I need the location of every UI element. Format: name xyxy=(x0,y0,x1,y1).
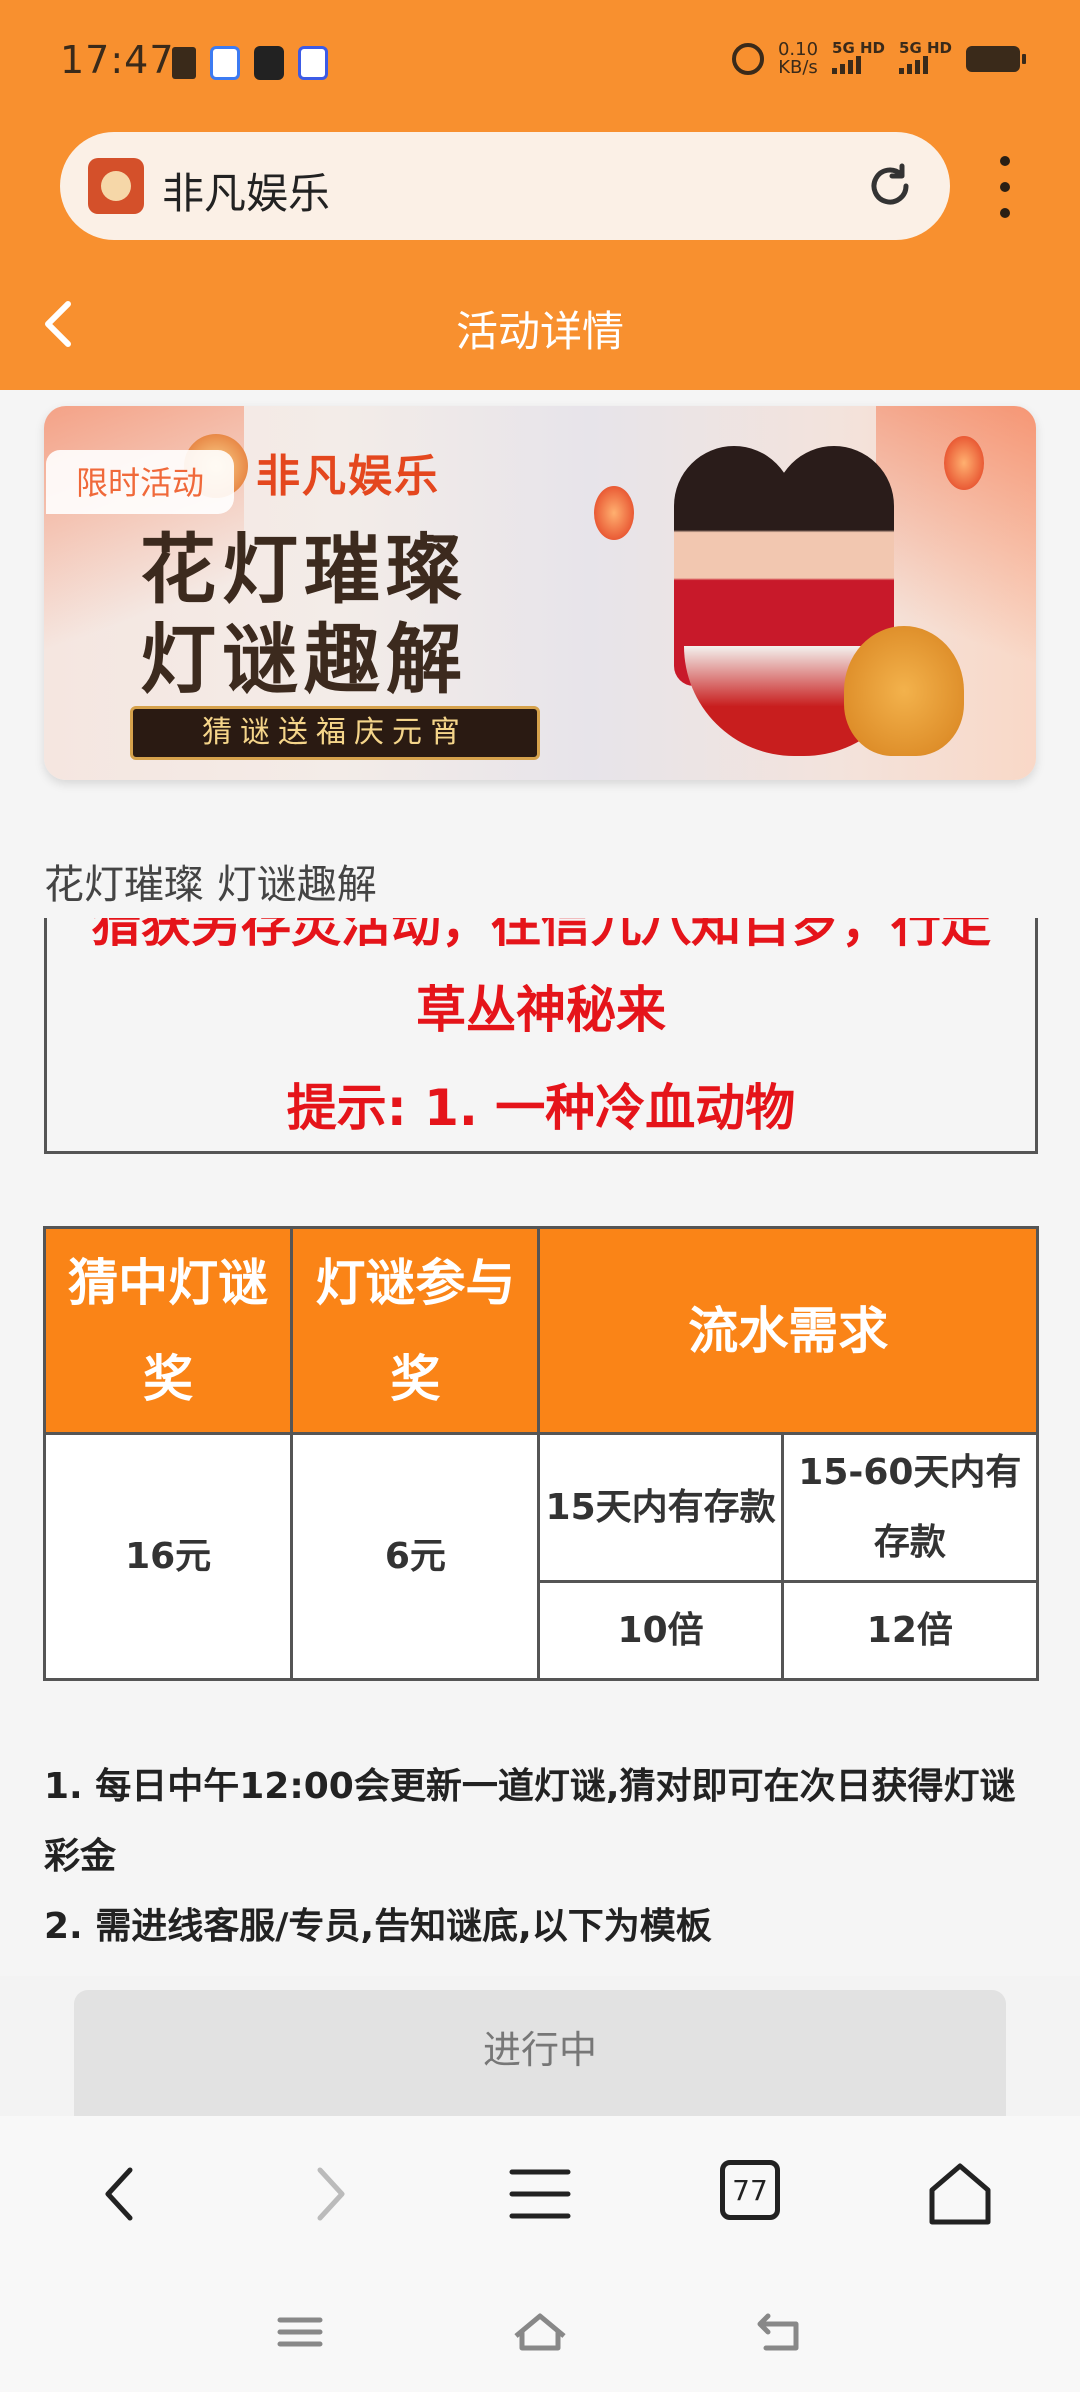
system-back-icon[interactable] xyxy=(750,2302,810,2362)
header-participation-prize: 灯谜参与奖 xyxy=(290,1226,541,1435)
cell-deposit-15: 15天内有存款 xyxy=(537,1432,784,1583)
banner-headline-2: 灯谜趣解 xyxy=(140,615,468,704)
action-panel: 进行中 xyxy=(0,1976,1080,2130)
menu-icon[interactable] xyxy=(500,2156,580,2232)
limited-time-badge: 限时活动 xyxy=(46,450,235,514)
baidu-app-icon xyxy=(298,46,328,80)
rules-list: 1. 每日中午12:00会更新一道灯谜,猜对即可在次日获得灯谜彩金 2. 需进线… xyxy=(44,1752,1034,1962)
banner-brand: 非凡娱乐 xyxy=(256,451,440,502)
page-title: 活动详情 xyxy=(455,307,624,356)
site-favicon-icon xyxy=(88,158,144,214)
riddle-hint: 提示: 1. 一种冷血动物 xyxy=(286,1079,796,1137)
status-bar: 17:47 0.10 KB/s 5G HD 5G HD xyxy=(0,0,1080,130)
address-bar-title[interactable]: 非凡娱乐 xyxy=(162,160,330,221)
snake-mascot xyxy=(844,626,964,756)
mi-app-icon xyxy=(210,46,240,80)
lantern-icon xyxy=(594,486,634,540)
status-right-icons: 0.10 KB/s 5G HD 5G HD xyxy=(731,39,1026,78)
table-row: 16元 6元 15天内有存款 15-60天内有存款 xyxy=(42,1432,1040,1681)
cell-participation-prize: 6元 xyxy=(290,1432,541,1681)
status-time: 17:47 xyxy=(60,38,175,82)
alarm-icon xyxy=(731,43,764,75)
header-guess-prize: 猜中灯谜奖 xyxy=(42,1226,294,1435)
browser-toolbar: 77 xyxy=(0,2116,1080,2266)
signal-bars-icon xyxy=(899,56,929,74)
promo-banner[interactable]: 非凡娱乐 花灯璀璨 灯谜趣解 猜谜送福庆元宵 限时活动 xyxy=(44,406,1036,780)
top-header-area: 17:47 0.10 KB/s 5G HD 5G HD 非凡娱乐 活动详情 xyxy=(0,0,1080,390)
activity-subtitle: 花灯璀璨 灯谜趣解 xyxy=(44,862,377,908)
header-turnover-requirement: 流水需求 xyxy=(537,1226,1039,1435)
cell-multiplier-12: 12倍 xyxy=(780,1580,1040,1681)
game-app-icon xyxy=(254,46,284,80)
lantern-icon xyxy=(944,436,984,490)
nav-forward-icon[interactable] xyxy=(290,2156,370,2232)
more-options-icon[interactable] xyxy=(990,156,1020,218)
in-progress-button[interactable]: 进行中 xyxy=(74,1990,1006,2130)
riddle-line: 草丛神秘来 xyxy=(416,981,666,1039)
network-speed: 0.10 KB/s xyxy=(777,39,819,78)
cell-guess-prize: 16元 xyxy=(42,1432,294,1681)
system-home-icon[interactable] xyxy=(510,2302,570,2362)
clipboard-icon xyxy=(172,47,196,79)
reward-table: 猜中灯谜奖 灯谜参与奖 流水需求 16元 6元 15天内有存款 15-60天内有… xyxy=(42,1226,1040,1681)
reload-icon[interactable] xyxy=(864,160,916,212)
nav-back-icon[interactable] xyxy=(80,2156,160,2232)
home-icon[interactable] xyxy=(920,2156,1000,2232)
rule-item: 2. 需进线客服/专员,告知谜底,以下为模板 xyxy=(44,1906,712,1947)
battery-icon xyxy=(966,46,1026,72)
riddle-box: 猎获另存灵活动，往信九八知百岁，行走 草丛神秘来 提示: 1. 一种冷血动物 xyxy=(44,918,1038,1154)
cell-deposit-15-60: 15-60天内有存款 xyxy=(780,1432,1040,1583)
signal-sim1: 5G HD xyxy=(832,40,885,78)
signal-bars-icon xyxy=(832,56,862,74)
system-nav-bar xyxy=(0,2266,1080,2392)
riddle-line-partial: 猎获另存灵活动，往信九八知百岁，行走 xyxy=(91,918,991,953)
signal-sim2: 5G HD xyxy=(899,40,952,78)
banner-ribbon: 猜谜送福庆元宵 xyxy=(130,706,540,760)
rule-item: 1. 每日中午12:00会更新一道灯谜,猜对即可在次日获得灯谜彩金 xyxy=(44,1766,1016,1877)
notification-icons xyxy=(172,46,328,80)
cell-multiplier-10: 10倍 xyxy=(537,1580,784,1681)
tab-count-button[interactable]: 77 xyxy=(720,2160,780,2220)
address-bar[interactable]: 非凡娱乐 xyxy=(60,132,950,240)
banner-illustration xyxy=(584,426,1004,766)
recent-apps-icon[interactable] xyxy=(270,2302,330,2362)
table-header-row: 猜中灯谜奖 灯谜参与奖 流水需求 xyxy=(42,1226,1039,1435)
